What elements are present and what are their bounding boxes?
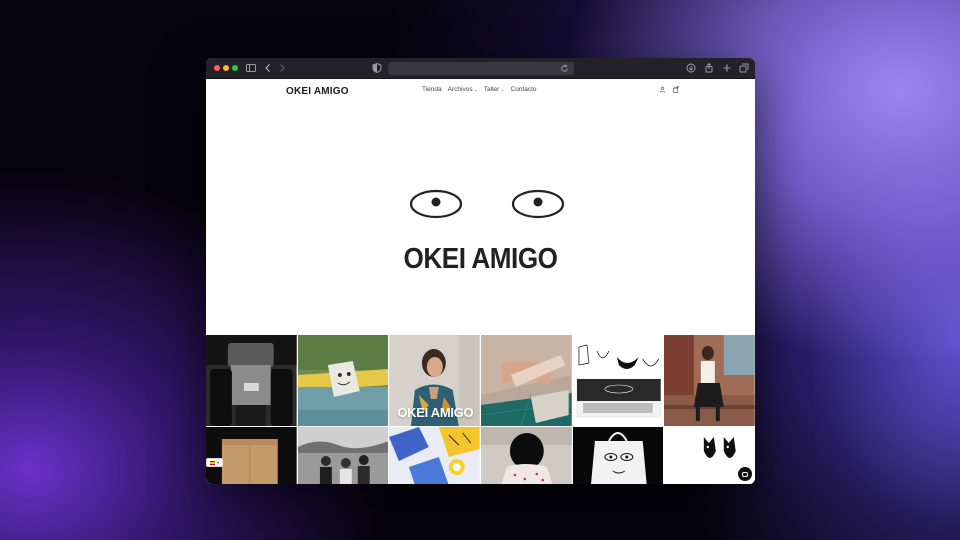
- nav-item-tienda[interactable]: Tienda: [422, 86, 442, 93]
- reload-icon[interactable]: [559, 63, 570, 74]
- gallery-tile-model-portrait[interactable]: OKEI AMIGO: [389, 335, 480, 426]
- nav-item-archivos[interactable]: Archivos ⌄: [448, 86, 478, 93]
- nav-item-label: Contacto: [510, 86, 537, 93]
- close-window-button[interactable]: [214, 65, 220, 71]
- privacy-shield-icon[interactable]: [371, 62, 383, 74]
- download-icon[interactable]: [685, 62, 697, 74]
- minimize-window-button[interactable]: [223, 65, 229, 71]
- browser-window: OKEI AMIGO Tienda Archivos ⌄ Taller ⌄ Co…: [206, 58, 755, 484]
- gallery-tile-car-interior[interactable]: [206, 335, 297, 426]
- hero-banner: OKEI AMIGO: [206, 101, 755, 354]
- gallery-tile-tote-bag[interactable]: [572, 427, 664, 484]
- main-navigation: Tienda Archivos ⌄ Taller ⌄ Contacto: [422, 86, 537, 93]
- gallery-grid: OKEI AMIGO ▾: [206, 335, 755, 484]
- gallery-tile-masked-figure[interactable]: [480, 427, 572, 484]
- site-header: OKEI AMIGO Tienda Archivos ⌄ Taller ⌄ Co…: [206, 79, 755, 101]
- spain-flag-icon: [210, 460, 215, 465]
- dropdown-chevron-icon: ▾: [217, 460, 220, 465]
- eyes-logo-icon: [410, 189, 565, 219]
- tile-brand-caption: OKEI AMIGO: [397, 405, 474, 420]
- site-logo[interactable]: OKEI AMIGO: [286, 86, 349, 97]
- nav-item-label: Tienda: [422, 86, 442, 93]
- gallery-tile-sketches[interactable]: [572, 335, 664, 426]
- header-actions: [659, 86, 679, 93]
- sidebar-toggle-icon[interactable]: [245, 62, 257, 74]
- new-tab-plus-icon[interactable]: [721, 62, 733, 74]
- gallery-tile-black-cats[interactable]: [664, 427, 755, 484]
- back-arrow-icon[interactable]: [262, 62, 274, 74]
- zoom-window-button[interactable]: [232, 65, 238, 71]
- language-selector[interactable]: ▾: [206, 458, 224, 467]
- chevron-down-icon: ⌄: [500, 86, 505, 93]
- nav-item-contacto[interactable]: Contacto: [511, 86, 537, 93]
- tab-overview-icon[interactable]: [738, 62, 750, 74]
- chat-bubble-icon[interactable]: [737, 467, 752, 481]
- web-page: OKEI AMIGO Tienda Archivos ⌄ Taller ⌄ Co…: [206, 79, 755, 484]
- nav-item-label: Archivos: [447, 86, 473, 93]
- gallery-tile-woman-steps[interactable]: [664, 335, 755, 426]
- bag-icon[interactable]: [672, 86, 679, 93]
- hero-brand-title: OKEI AMIGO: [403, 243, 558, 275]
- forward-arrow-icon[interactable]: [276, 62, 288, 74]
- gallery-tile-group-photo[interactable]: [297, 427, 389, 484]
- gallery-tile-bag-on-curb[interactable]: [297, 335, 389, 426]
- share-icon[interactable]: [703, 62, 715, 74]
- browser-toolbar: [206, 58, 755, 79]
- gallery-tile-painted-fabric[interactable]: [389, 427, 480, 484]
- address-bar[interactable]: [388, 62, 574, 75]
- user-icon[interactable]: [659, 86, 666, 93]
- gallery-tile-kraft-bag[interactable]: ▾: [206, 427, 297, 484]
- gallery-tile-workshop-hands[interactable]: [480, 335, 572, 426]
- chevron-down-icon: ⌄: [473, 86, 478, 93]
- nav-item-label: Taller: [483, 86, 500, 93]
- nav-item-taller[interactable]: Taller ⌄: [484, 86, 505, 93]
